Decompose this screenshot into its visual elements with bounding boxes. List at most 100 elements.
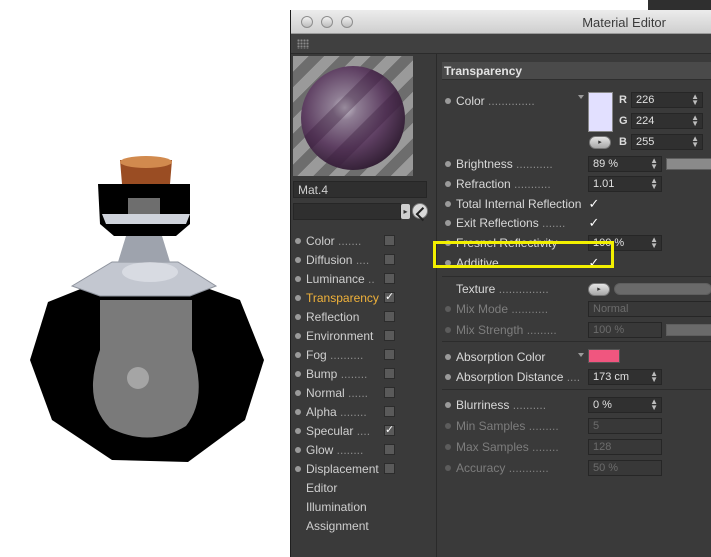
animate-dot-icon[interactable] <box>445 220 451 226</box>
material-preview[interactable] <box>293 56 413 176</box>
max-samples-field[interactable]: 128 <box>588 439 662 455</box>
total-internal-reflection-checkbox[interactable]: ✓ <box>588 197 600 210</box>
animate-dot-icon[interactable] <box>445 161 451 167</box>
mix-strength-field[interactable]: 100 % <box>588 322 662 338</box>
channel-dot-icon <box>295 314 301 320</box>
title-bar[interactable]: Material Editor <box>291 10 711 34</box>
spinner-icon[interactable]: ▲ ▼ <box>691 114 699 128</box>
animate-dot-icon[interactable] <box>445 374 451 380</box>
prop-label: Accuracy <box>456 461 506 475</box>
exit-reflections-checkbox[interactable]: ✓ <box>588 216 600 229</box>
animate-dot-icon[interactable] <box>445 423 451 429</box>
channel-item-diffusion[interactable]: Diffusion .... <box>291 251 437 270</box>
spinner-icon[interactable]: ▲ ▼ <box>691 135 699 149</box>
pick-cursor-icon[interactable] <box>412 203 428 219</box>
channel-checkbox[interactable] <box>384 406 395 417</box>
r-label: R <box>619 94 627 106</box>
b-field[interactable]: 255 ▲ ▼ <box>631 134 703 150</box>
channel-item-illumination[interactable]: Illumination <box>291 498 437 517</box>
label-leader: .......... <box>509 398 547 412</box>
channel-item-normal[interactable]: Normal ...... <box>291 384 437 403</box>
channel-label: Reflection <box>306 310 360 324</box>
spinner-icon[interactable]: ▲ ▼ <box>650 398 658 412</box>
channel-item-color[interactable]: Color ....... <box>291 232 437 251</box>
channel-item-editor[interactable]: Editor <box>291 479 437 498</box>
viewport[interactable] <box>0 0 290 557</box>
label-leader: .... <box>353 424 371 438</box>
channel-item-reflection[interactable]: Reflection <box>291 308 437 327</box>
label-leader: ........ <box>333 443 364 457</box>
mix-strength-slider[interactable] <box>666 324 711 336</box>
channel-checkbox[interactable] <box>384 254 395 265</box>
channel-checkbox[interactable]: ✓ <box>384 292 395 303</box>
refraction-value: 1.01 <box>593 178 615 190</box>
absorption-color-swatch[interactable] <box>588 349 620 363</box>
label-leader: ....... <box>334 234 362 248</box>
animate-dot-icon[interactable] <box>445 306 451 312</box>
channel-item-transparency[interactable]: Transparency ✓ <box>291 289 437 308</box>
channel-checkbox[interactable]: ✓ <box>384 425 395 436</box>
channel-checkbox[interactable] <box>384 463 395 474</box>
channel-checkbox[interactable] <box>384 311 395 322</box>
channel-dot-icon <box>295 295 301 301</box>
channel-item-bump[interactable]: Bump ........ <box>291 365 437 384</box>
color-mode-button[interactable]: ▸ <box>589 136 611 149</box>
channel-checkbox[interactable] <box>384 235 395 246</box>
spinner-icon[interactable]: ▲ ▼ <box>650 157 658 171</box>
absorption-distance-field[interactable]: 173 cm ▲ ▼ <box>588 369 662 385</box>
animate-dot-icon[interactable] <box>445 465 451 471</box>
divider <box>442 276 711 277</box>
channel-item-displacement[interactable]: Displacement <box>291 460 437 479</box>
animate-dot-icon[interactable] <box>445 354 451 360</box>
spinner-icon[interactable]: ▲ ▼ <box>650 370 658 384</box>
channel-item-specular[interactable]: Specular .... ✓ <box>291 422 437 441</box>
label-leader: ........ <box>528 440 559 454</box>
window-title: Material Editor <box>582 15 666 30</box>
brightness-slider[interactable] <box>666 158 711 170</box>
texture-slot[interactable] <box>614 283 711 295</box>
channel-item-environment[interactable]: Environment <box>291 327 437 346</box>
spinner-icon[interactable]: ▲ ▼ <box>650 236 658 250</box>
accuracy-field[interactable]: 50 % <box>588 460 662 476</box>
label-leader: ...... <box>344 386 369 400</box>
color-swatch[interactable] <box>588 92 613 132</box>
prop-max-samples: Max Samples ........ 128 <box>438 438 711 457</box>
blurriness-field[interactable]: 0 % ▲ ▼ <box>588 397 662 413</box>
grip-icon[interactable] <box>297 39 309 49</box>
expand-triangle-icon[interactable] <box>578 353 584 357</box>
channel-checkbox[interactable] <box>384 349 395 360</box>
refraction-field[interactable]: 1.01 ▲ ▼ <box>588 176 662 192</box>
animate-dot-icon[interactable] <box>445 444 451 450</box>
channel-checkbox[interactable] <box>384 444 395 455</box>
channel-label: Assignment <box>306 519 369 533</box>
min-samples-field[interactable]: 5 <box>588 418 662 434</box>
search-dropdown-arrow-icon[interactable]: ▸ <box>401 204 410 219</box>
r-field[interactable]: 226 ▲ ▼ <box>631 92 703 108</box>
animate-dot-icon[interactable] <box>445 98 451 104</box>
animate-dot-icon[interactable] <box>445 402 451 408</box>
animate-dot-icon[interactable] <box>445 181 451 187</box>
channel-item-glow[interactable]: Glow ........ <box>291 441 437 460</box>
animate-dot-icon[interactable] <box>445 327 451 333</box>
channel-item-luminance[interactable]: Luminance .. <box>291 270 437 289</box>
channel-checkbox[interactable] <box>384 330 395 341</box>
g-field[interactable]: 224 ▲ ▼ <box>631 113 703 129</box>
spinner-icon[interactable]: ▲ ▼ <box>691 93 699 107</box>
texture-menu-button[interactable]: ▸ <box>588 283 610 296</box>
color-expand-triangle-icon[interactable] <box>578 95 584 99</box>
channel-item-assignment[interactable]: Assignment <box>291 517 437 536</box>
toolbar-grip[interactable] <box>291 34 711 54</box>
brightness-field[interactable]: 89 % ▲ ▼ <box>588 156 662 172</box>
channel-search-field[interactable] <box>293 203 401 220</box>
channel-item-alpha[interactable]: Alpha ........ <box>291 403 437 422</box>
material-name-field[interactable]: Mat.4 <box>293 181 427 198</box>
channel-item-fog[interactable]: Fog .......... <box>291 346 437 365</box>
label-leader: ....... <box>538 216 566 230</box>
animate-dot-icon[interactable] <box>445 201 451 207</box>
label-leader: ........... <box>510 177 551 191</box>
channel-checkbox[interactable] <box>384 273 395 284</box>
channel-checkbox[interactable] <box>384 387 395 398</box>
mix-mode-select[interactable]: Normal <box>588 301 711 317</box>
spinner-icon[interactable]: ▲ ▼ <box>650 177 658 191</box>
channel-checkbox[interactable] <box>384 368 395 379</box>
